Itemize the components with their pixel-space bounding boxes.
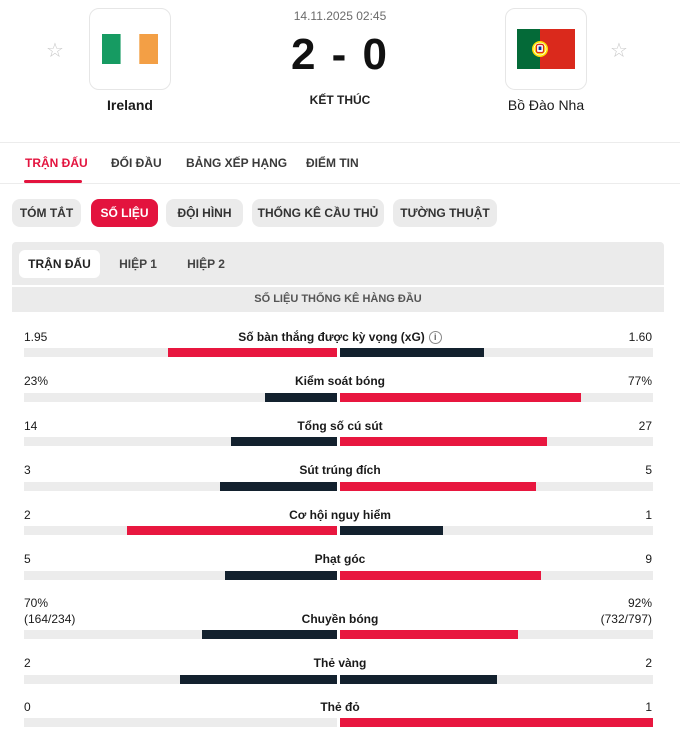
- stat-away-value: 5: [645, 463, 652, 477]
- stat-name: Kiểm soát bóng: [294, 374, 385, 388]
- stat-away-bar: [340, 526, 443, 535]
- stat-away-track: [340, 482, 653, 491]
- stat-home-track: [24, 718, 337, 727]
- stat-away-bar: [340, 393, 581, 402]
- stat-away-track: [340, 718, 653, 727]
- info-circle-icon[interactable]: i: [428, 331, 442, 344]
- stat-name: Thẻ đỏ: [320, 700, 360, 714]
- tab-bang-xep-hang[interactable]: BẢNG XẾP HẠNG: [186, 156, 287, 170]
- stat-away-subvalue: (732/797): [600, 612, 652, 626]
- subtab-tom-tat[interactable]: TÓM TẮT: [12, 199, 81, 227]
- portugal-flag-icon: [517, 29, 575, 69]
- stat-home-track: [24, 571, 337, 580]
- subtab-so-lieu[interactable]: SỐ LIỆU: [91, 199, 158, 227]
- stat-home-bar: [127, 526, 337, 535]
- stat-away-value: 92%: [627, 596, 652, 610]
- stat-home-track: [24, 526, 337, 535]
- stat-home-track: [24, 630, 337, 639]
- stat-away-bar: [340, 571, 541, 580]
- stat-name: Tổng số cú sút: [297, 419, 383, 433]
- stat-away-bar: [340, 630, 518, 639]
- tab-doi-dau[interactable]: ĐỐI ĐẦU: [111, 156, 162, 170]
- period-tabs: TRẬN ĐẤU HIỆP 1 HIỆP 2: [12, 242, 664, 285]
- stat-home-track: [24, 437, 337, 446]
- stat-home-track: [24, 482, 337, 491]
- stat-away-value: 1.60: [628, 330, 652, 344]
- stat-away-value: 2: [645, 656, 652, 670]
- stat-home-bar: [265, 393, 337, 402]
- stat-home-track: [24, 675, 337, 684]
- tab-tran-dau[interactable]: TRẬN ĐẤU: [25, 156, 88, 170]
- stat-away-bar: [340, 482, 536, 491]
- stat-away-bar: [340, 675, 497, 684]
- period-tab-hiep-2[interactable]: HIỆP 2: [177, 250, 235, 278]
- away-team-logo: [505, 8, 587, 90]
- stat-home-bar: [180, 675, 337, 684]
- stat-away-track: [340, 348, 653, 357]
- subtab-doi-hinh[interactable]: ĐỘI HÌNH: [166, 199, 243, 227]
- stat-home-bar: [202, 630, 337, 639]
- period-tab-hiep-1[interactable]: HIỆP 1: [109, 250, 167, 278]
- stat-name-text: Số bàn thắng được kỳ vọng (xG): [238, 330, 425, 344]
- stat-away-track: [340, 526, 653, 535]
- subtab-thong-ke-cau-thu[interactable]: THỐNG KÊ CẦU THỦ: [252, 199, 384, 227]
- stat-away-track: [340, 675, 653, 684]
- away-team-name: Bồ Đào Nha: [507, 97, 585, 113]
- stat-home-track: [24, 348, 337, 357]
- stat-name: Phạt góc: [314, 552, 366, 566]
- stat-away-track: [340, 571, 653, 580]
- period-tab-tran-dau[interactable]: TRẬN ĐẤU: [19, 250, 100, 278]
- stat-away-bar: [340, 437, 547, 446]
- stat-name: Thẻ vàng: [313, 656, 367, 670]
- stat-away-track: [340, 630, 653, 639]
- match-header: 14.11.2025 02:45 ☆ Ireland 2 - 0 KẾT THÚ…: [0, 0, 680, 142]
- stat-home-track: [24, 393, 337, 402]
- favorite-away-star-icon[interactable]: ☆: [610, 38, 628, 63]
- stat-name: Sút trúng đích: [299, 463, 381, 477]
- stat-away-bar: [340, 348, 484, 357]
- stat-away-value: 1: [645, 508, 652, 522]
- stat-name: Số bàn thắng được kỳ vọng (xG) i: [0, 330, 680, 344]
- stat-away-bar: [340, 718, 653, 727]
- stat-away-value: 27: [638, 419, 652, 433]
- stat-home-bar: [225, 571, 337, 580]
- stat-away-track: [340, 437, 653, 446]
- stat-away-value: 1: [645, 700, 652, 714]
- stat-name: Chuyền bóng: [301, 612, 379, 626]
- stat-home-bar: [220, 482, 337, 491]
- section-title: SỐ LIỆU THỐNG KÊ HÀNG ĐẦU: [12, 287, 664, 312]
- tab-diem-tin[interactable]: ĐIỂM TIN: [306, 156, 359, 170]
- stat-away-track: [340, 393, 653, 402]
- stat-home-value: 70%: [24, 596, 49, 610]
- stat-away-value: 9: [645, 552, 652, 566]
- stat-home-bar: [231, 437, 337, 446]
- stat-name: Cơ hội nguy hiểm: [289, 508, 391, 522]
- away-team[interactable]: Bồ Đào Nha: [471, 8, 621, 113]
- main-tabs: TRẬN ĐẤU ĐỐI ĐẦU BẢNG XẾP HẠNG ĐIỂM TIN: [0, 142, 680, 184]
- active-tab-indicator: [24, 180, 82, 183]
- subtab-tuong-thuat[interactable]: TƯỜNG THUẬT: [393, 199, 497, 227]
- stat-away-value: 77%: [627, 374, 652, 388]
- stat-home-bar: [168, 348, 337, 357]
